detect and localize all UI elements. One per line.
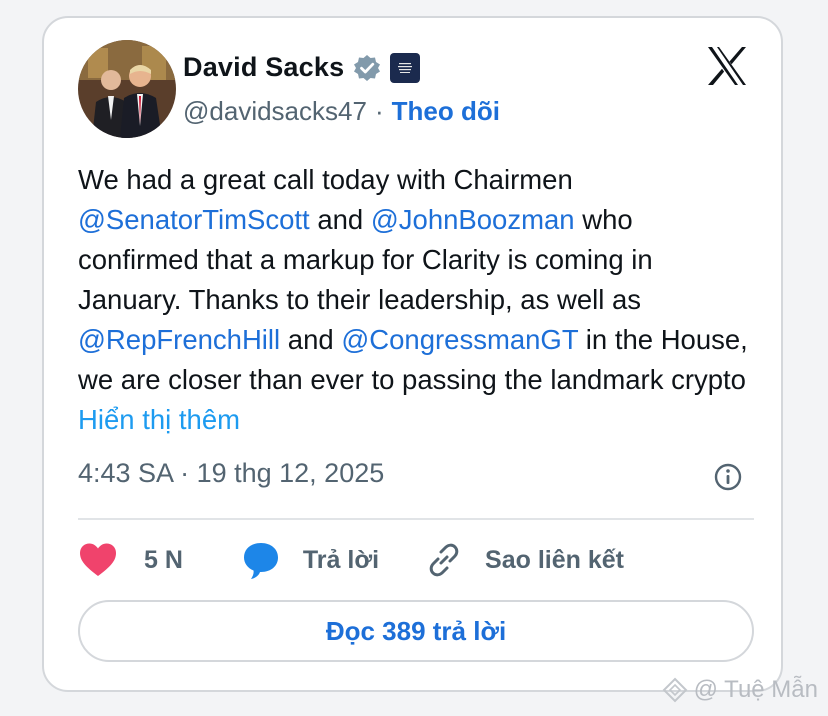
tweet-timestamp[interactable]: 4:43 SA · 19 thg 12, 2025 xyxy=(78,458,384,489)
watermark: @ Tuệ Mẫn xyxy=(662,676,818,704)
link-icon xyxy=(429,543,459,577)
tweet-text-part: and xyxy=(309,204,371,235)
watermark-text: @ Tuệ Mẫn xyxy=(693,676,818,703)
action-bar: 5 N Trả lời Sao liên kết xyxy=(78,538,624,582)
reply-label: Trả lời xyxy=(302,545,380,574)
reply-button[interactable]: Trả lời xyxy=(241,540,425,580)
mention-congressmangt[interactable]: @CongressmanGT xyxy=(341,324,578,355)
tweet-text-part: and xyxy=(280,324,342,355)
info-icon[interactable] xyxy=(713,462,743,492)
speech-bubble-icon xyxy=(243,543,278,579)
heart-icon xyxy=(80,543,116,576)
white-house-badge-icon xyxy=(390,52,421,83)
read-replies-button[interactable]: Đọc 389 trả lời xyxy=(78,600,754,662)
like-button[interactable]: 5 N xyxy=(78,542,241,578)
tweet-text-part: We had a great call today with Chairmen xyxy=(78,164,573,195)
copy-link-label: Sao liên kết xyxy=(485,545,624,574)
verified-badge-icon xyxy=(354,54,381,81)
diamond-logo-icon xyxy=(662,677,687,703)
divider xyxy=(78,518,754,520)
mention-repfrenchhill[interactable]: @RepFrenchHill xyxy=(78,324,280,355)
mention-senatortimscott[interactable]: @SenatorTimScott xyxy=(78,204,310,235)
show-more-link[interactable]: Hiển thị thêm xyxy=(78,404,240,435)
follow-button[interactable]: Theo dõi xyxy=(392,96,500,127)
author-name[interactable]: David Sacks xyxy=(183,52,344,83)
separator-dot: · xyxy=(374,96,384,126)
mention-johnboozman[interactable]: @JohnBoozman xyxy=(371,204,575,235)
x-logo-icon[interactable] xyxy=(705,44,749,88)
copy-link-button[interactable]: Sao liên kết xyxy=(425,541,624,579)
tweet-card: David Sacks @davidsacks47 · Theo dõi We … xyxy=(42,16,783,692)
author-handle[interactable]: @davidsacks47 xyxy=(183,96,367,127)
tweet-text: We had a great call today with Chairmen @… xyxy=(78,160,758,440)
avatar[interactable] xyxy=(78,40,176,138)
like-count: 5 N xyxy=(144,545,183,574)
